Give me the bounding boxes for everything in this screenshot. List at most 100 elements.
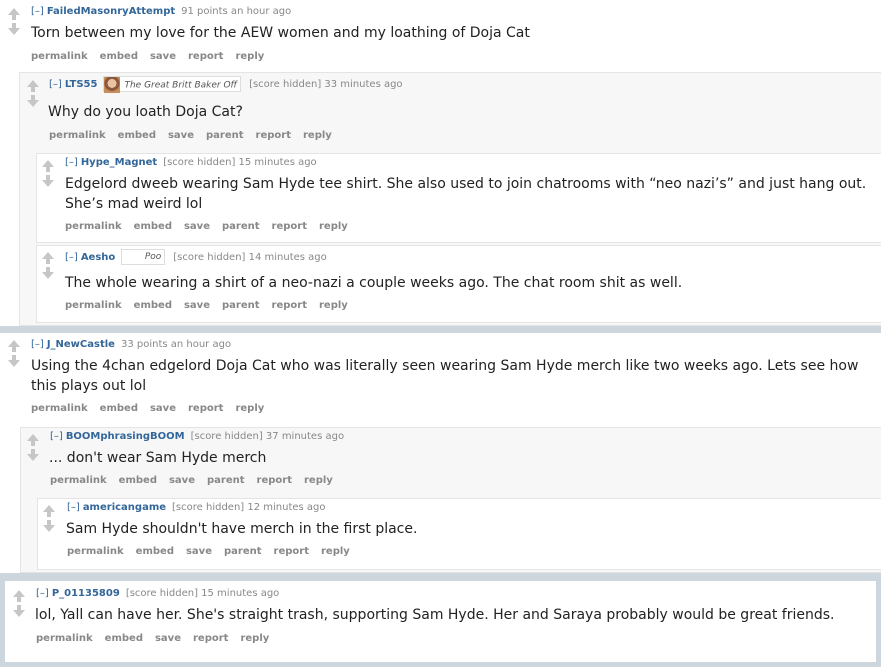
author-link[interactable]: LTS55 bbox=[65, 79, 98, 90]
reply-button[interactable]: reply bbox=[319, 300, 348, 311]
parent-button[interactable]: parent bbox=[222, 300, 260, 311]
parent-button[interactable]: parent bbox=[222, 221, 260, 232]
save-button[interactable]: save bbox=[150, 51, 176, 62]
vote-arrows bbox=[11, 590, 27, 617]
reply-button[interactable]: reply bbox=[321, 546, 350, 557]
save-button[interactable]: save bbox=[169, 475, 195, 486]
comment-body-line: Edgelord dweeb wearing Sam Hyde tee shir… bbox=[65, 176, 867, 192]
report-button[interactable]: report bbox=[256, 130, 291, 141]
reply-button[interactable]: reply bbox=[303, 130, 332, 141]
parent-button[interactable]: parent bbox=[206, 130, 244, 141]
author-link[interactable]: BOOMphrasingBOOM bbox=[66, 431, 185, 442]
permalink-button[interactable]: permalink bbox=[65, 221, 122, 232]
upvote-arrow-icon[interactable] bbox=[42, 160, 54, 167]
embed-button[interactable]: embed bbox=[119, 475, 157, 486]
save-button[interactable]: save bbox=[155, 633, 181, 644]
report-button[interactable]: report bbox=[257, 475, 292, 486]
flair-text: Poo bbox=[144, 252, 162, 262]
downvote-arrow-icon[interactable] bbox=[8, 360, 20, 367]
comment-thread-3: [–] P_01135809 [score hidden] 15 minutes a… bbox=[4, 580, 877, 663]
comment-thread-1: [–] FailedMasonryAttempt 91 points an hour… bbox=[0, 0, 881, 326]
report-button[interactable]: report bbox=[193, 633, 228, 644]
upvote-arrow-icon[interactable] bbox=[13, 590, 25, 597]
embed-button[interactable]: embed bbox=[134, 221, 172, 232]
upvote-arrow-icon[interactable] bbox=[8, 8, 20, 15]
author-link[interactable]: P_01135809 bbox=[52, 588, 120, 599]
permalink-button[interactable]: permalink bbox=[31, 51, 88, 62]
author-link[interactable]: americangame bbox=[83, 502, 166, 513]
comment-score: [score hidden] 37 minutes ago bbox=[190, 431, 345, 442]
reply-button[interactable]: reply bbox=[235, 403, 264, 414]
upvote-arrow-icon[interactable] bbox=[27, 434, 39, 441]
embed-button[interactable]: embed bbox=[100, 51, 138, 62]
save-button[interactable]: save bbox=[184, 221, 210, 232]
comment-buttons: permalink embed save parent report reply bbox=[65, 221, 360, 232]
permalink-button[interactable]: permalink bbox=[31, 403, 88, 414]
author-link[interactable]: FailedMasonryAttempt bbox=[47, 6, 175, 17]
report-button[interactable]: report bbox=[272, 221, 307, 232]
user-flair: The Great Britt Baker Off bbox=[103, 76, 242, 93]
report-button[interactable]: report bbox=[272, 300, 307, 311]
comment-body: Why do you loath Doja Cat? bbox=[48, 104, 243, 120]
permalink-button[interactable]: permalink bbox=[50, 475, 107, 486]
reply-button[interactable]: reply bbox=[304, 475, 333, 486]
author-link[interactable]: J_NewCastle bbox=[47, 339, 115, 350]
comment-buttons: permalink embed save parent report reply bbox=[67, 546, 362, 557]
reply-button[interactable]: reply bbox=[235, 51, 264, 62]
permalink-button[interactable]: permalink bbox=[67, 546, 124, 557]
save-button[interactable]: save bbox=[168, 130, 194, 141]
permalink-button[interactable]: permalink bbox=[49, 130, 106, 141]
comment-body-line: She’s mad weird lol bbox=[65, 196, 203, 212]
report-button[interactable]: report bbox=[274, 546, 309, 557]
comment-tagline: [–] Aesho Poo [score hidden] 14 minutes ago bbox=[65, 249, 327, 265]
downvote-arrow-icon[interactable] bbox=[8, 28, 20, 35]
permalink-button[interactable]: permalink bbox=[65, 300, 122, 311]
upvote-arrow-icon[interactable] bbox=[8, 340, 20, 347]
comment-buttons: permalink embed save report reply bbox=[31, 51, 276, 62]
downvote-arrow-icon[interactable] bbox=[13, 610, 25, 617]
collapse-toggle[interactable]: [–] bbox=[49, 79, 62, 90]
comment-body: Torn between my love for the AEW women a… bbox=[31, 25, 530, 41]
collapse-toggle[interactable]: [–] bbox=[31, 339, 44, 350]
reply-button[interactable]: reply bbox=[240, 633, 269, 644]
save-button[interactable]: save bbox=[184, 300, 210, 311]
downvote-arrow-icon[interactable] bbox=[43, 525, 55, 532]
comment-body-line: this plays out lol bbox=[31, 378, 147, 394]
upvote-arrow-icon[interactable] bbox=[42, 252, 54, 259]
upvote-arrow-icon[interactable] bbox=[27, 80, 39, 87]
comment-score: [score hidden] 12 minutes ago bbox=[172, 502, 326, 513]
collapse-toggle[interactable]: [–] bbox=[36, 588, 49, 599]
parent-button[interactable]: parent bbox=[224, 546, 262, 557]
upvote-arrow-icon[interactable] bbox=[43, 505, 55, 512]
comment-buttons: permalink embed save parent report reply bbox=[50, 475, 345, 486]
collapse-toggle[interactable]: [–] bbox=[67, 502, 80, 513]
parent-button[interactable]: parent bbox=[207, 475, 245, 486]
embed-button[interactable]: embed bbox=[105, 633, 143, 644]
embed-button[interactable]: embed bbox=[136, 546, 174, 557]
save-button[interactable]: save bbox=[186, 546, 212, 557]
comment-tagline: [–] Hype_Magnet [score hidden] 15 minutes … bbox=[65, 157, 317, 168]
author-link[interactable]: Hype_Magnet bbox=[81, 157, 157, 168]
collapse-toggle[interactable]: [–] bbox=[65, 252, 78, 263]
embed-button[interactable]: embed bbox=[118, 130, 156, 141]
downvote-arrow-icon[interactable] bbox=[27, 454, 39, 461]
reply-button[interactable]: reply bbox=[319, 221, 348, 232]
vote-arrows bbox=[40, 160, 56, 187]
author-link[interactable]: Aesho bbox=[81, 252, 115, 263]
comment-buttons: permalink embed save report reply bbox=[36, 633, 281, 644]
downvote-arrow-icon[interactable] bbox=[27, 100, 39, 107]
report-button[interactable]: report bbox=[188, 51, 223, 62]
permalink-button[interactable]: permalink bbox=[36, 633, 93, 644]
save-button[interactable]: save bbox=[150, 403, 176, 414]
downvote-arrow-icon[interactable] bbox=[42, 272, 54, 279]
collapse-toggle[interactable]: [–] bbox=[65, 157, 78, 168]
vote-arrows bbox=[25, 80, 41, 107]
comment-score: [score hidden] 33 minutes ago bbox=[249, 79, 403, 90]
vote-arrows bbox=[6, 340, 22, 367]
collapse-toggle[interactable]: [–] bbox=[50, 431, 63, 442]
downvote-arrow-icon[interactable] bbox=[42, 180, 54, 187]
embed-button[interactable]: embed bbox=[134, 300, 172, 311]
report-button[interactable]: report bbox=[188, 403, 223, 414]
embed-button[interactable]: embed bbox=[100, 403, 138, 414]
collapse-toggle[interactable]: [–] bbox=[31, 6, 44, 17]
